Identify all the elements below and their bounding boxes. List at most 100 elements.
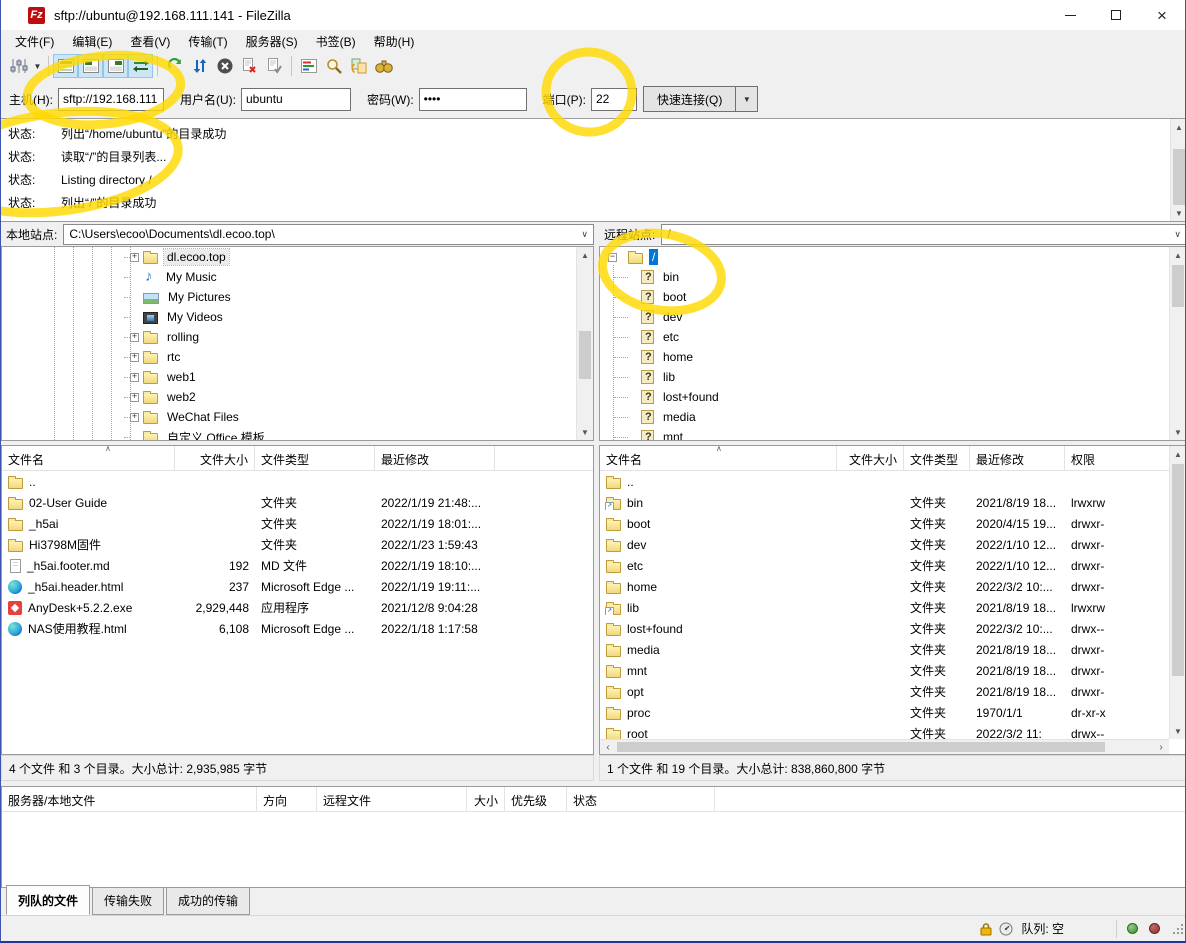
- queue-column-direction[interactable]: 方向: [257, 787, 317, 811]
- scroll-right-icon[interactable]: ›: [1153, 740, 1169, 754]
- tree-item[interactable]: dl.ecoo.top: [2, 247, 593, 267]
- tree-item[interactable]: web2: [2, 387, 593, 407]
- menu-item[interactable]: 传输(T): [179, 30, 236, 53]
- scroll-up-icon[interactable]: ▲: [1170, 247, 1186, 263]
- menu-item[interactable]: 查看(V): [121, 30, 179, 53]
- scroll-down-icon[interactable]: ▼: [1171, 205, 1186, 221]
- file-row[interactable]: dev 文件夹 2022/1/10 12... drwxr-: [600, 534, 1186, 555]
- speed-limits-icon[interactable]: [999, 922, 1013, 936]
- minimize-button[interactable]: [1047, 0, 1093, 30]
- tree-item[interactable]: mnt: [600, 427, 1186, 441]
- file-row[interactable]: mnt 文件夹 2021/8/19 18... drwxr-: [600, 660, 1186, 681]
- column-header-modified[interactable]: 最近修改: [970, 446, 1065, 470]
- local-tree-scrollbar[interactable]: ▲ ▼: [576, 247, 593, 440]
- file-row[interactable]: AnyDesk+5.2.2.exe 2,929,448 应用程序 2021/12…: [2, 597, 593, 618]
- file-row[interactable]: lib 文件夹 2021/8/19 18... lrwxrw: [600, 597, 1186, 618]
- toggle-message-log-button[interactable]: [53, 54, 78, 78]
- queue-column-status[interactable]: 状态: [567, 787, 715, 811]
- scrollbar-thumb[interactable]: [579, 331, 591, 379]
- file-row[interactable]: NAS使用教程.html 6,108 Microsoft Edge ... 20…: [2, 618, 593, 639]
- chevron-down-icon[interactable]: ∨: [575, 229, 588, 240]
- tree-item[interactable]: web1: [2, 367, 593, 387]
- file-row[interactable]: _h5ai.header.html 237 Microsoft Edge ...…: [2, 576, 593, 597]
- tree-item[interactable]: bin: [600, 267, 1186, 287]
- scroll-up-icon[interactable]: ▲: [1170, 446, 1186, 462]
- column-header-permissions[interactable]: 权限: [1065, 446, 1186, 470]
- scroll-up-icon[interactable]: ▲: [577, 247, 593, 263]
- tree-item[interactable]: rtc: [2, 347, 593, 367]
- close-button[interactable]: ×: [1139, 0, 1185, 30]
- maximize-button[interactable]: [1093, 0, 1139, 30]
- cancel-operation-button[interactable]: [212, 54, 237, 78]
- tree-expander-icon[interactable]: [130, 333, 139, 342]
- toggle-remote-tree-button[interactable]: [103, 54, 128, 78]
- column-header-filesize[interactable]: 文件大小: [837, 446, 904, 470]
- refresh-button[interactable]: [162, 54, 187, 78]
- scroll-down-icon[interactable]: ▼: [577, 424, 593, 440]
- site-manager-button[interactable]: [6, 54, 31, 78]
- remote-site-combobox[interactable]: / ∨: [661, 224, 1186, 245]
- file-row[interactable]: Hi3798M固件 文件夹 2022/1/23 1:59:43: [2, 534, 593, 555]
- tree-item[interactable]: /: [600, 247, 1186, 267]
- queue-column-server-local-file[interactable]: 服务器/本地文件: [2, 787, 257, 811]
- scrollbar-thumb[interactable]: [1172, 265, 1184, 307]
- scroll-up-icon[interactable]: ▲: [1171, 119, 1186, 135]
- menu-item[interactable]: 编辑(E): [63, 30, 121, 53]
- tree-item[interactable]: boot: [600, 287, 1186, 307]
- tree-item[interactable]: dev: [600, 307, 1186, 327]
- file-row[interactable]: etc 文件夹 2022/1/10 12... drwxr-: [600, 555, 1186, 576]
- scroll-down-icon[interactable]: ▼: [1170, 424, 1186, 440]
- file-row[interactable]: _h5ai 文件夹 2022/1/19 18:01:...: [2, 513, 593, 534]
- file-row[interactable]: proc 文件夹 1970/1/1 dr-xr-x: [600, 702, 1186, 723]
- file-row[interactable]: boot 文件夹 2020/4/15 19... drwxr-: [600, 513, 1186, 534]
- local-site-combobox[interactable]: C:\Users\ecoo\Documents\dl.ecoo.top\ ∨: [63, 224, 594, 245]
- menu-item[interactable]: 文件(F): [6, 30, 63, 53]
- password-input[interactable]: [419, 88, 527, 111]
- file-row[interactable]: opt 文件夹 2021/8/19 18... drwxr-: [600, 681, 1186, 702]
- scroll-left-icon[interactable]: ‹: [600, 740, 616, 754]
- scroll-down-icon[interactable]: ▼: [1170, 723, 1186, 739]
- tree-expander-icon[interactable]: [130, 253, 139, 262]
- secure-connection-lock-icon[interactable]: [979, 922, 993, 936]
- scrollbar-thumb[interactable]: [1172, 464, 1184, 676]
- column-header-filesize[interactable]: 文件大小: [175, 446, 255, 470]
- file-row[interactable]: media 文件夹 2021/8/19 18... drwxr-: [600, 639, 1186, 660]
- column-header-modified[interactable]: 最近修改: [375, 446, 495, 470]
- menu-item[interactable]: 帮助(H): [365, 30, 424, 53]
- scrollbar-thumb[interactable]: [617, 742, 1105, 752]
- process-queue-button[interactable]: [187, 54, 212, 78]
- reconnect-button[interactable]: [262, 54, 287, 78]
- tree-expander-icon[interactable]: [130, 393, 139, 402]
- scrollbar-thumb[interactable]: [1173, 149, 1185, 205]
- tree-item[interactable]: My Videos: [2, 307, 593, 327]
- file-row[interactable]: 02-User Guide 文件夹 2022/1/19 21:48:...: [2, 492, 593, 513]
- column-header-filetype[interactable]: 文件类型: [904, 446, 970, 470]
- quickconnect-dropdown[interactable]: ▼: [736, 86, 758, 112]
- file-row[interactable]: bin 文件夹 2021/8/19 18... lrwxrw: [600, 492, 1186, 513]
- username-input[interactable]: [241, 88, 351, 111]
- remote-list-hscrollbar[interactable]: ‹ ›: [600, 739, 1169, 754]
- toggle-local-tree-button[interactable]: [78, 54, 103, 78]
- site-manager-dropdown[interactable]: ▼: [31, 54, 44, 78]
- quickconnect-button[interactable]: 快速连接(Q): [643, 86, 736, 112]
- tree-item[interactable]: home: [600, 347, 1186, 367]
- tree-expander-icon[interactable]: [608, 253, 617, 262]
- directory-listing-filters-button[interactable]: [296, 54, 321, 78]
- queue-column-priority[interactable]: 优先级: [505, 787, 567, 811]
- queue-tab[interactable]: 列队的文件: [6, 885, 90, 915]
- log-scrollbar[interactable]: ▲ ▼: [1170, 119, 1186, 221]
- file-row[interactable]: lost+found 文件夹 2022/3/2 10:... drwx--: [600, 618, 1186, 639]
- tree-item[interactable]: rolling: [2, 327, 593, 347]
- tree-item[interactable]: etc: [600, 327, 1186, 347]
- file-row[interactable]: ..: [2, 471, 593, 492]
- toggle-transfer-queue-button[interactable]: [128, 54, 153, 78]
- host-input[interactable]: [58, 88, 164, 111]
- menu-item[interactable]: 服务器(S): [237, 30, 307, 53]
- file-row[interactable]: home 文件夹 2022/3/2 10:... drwxr-: [600, 576, 1186, 597]
- port-input[interactable]: [591, 88, 637, 111]
- disconnect-button[interactable]: [237, 54, 262, 78]
- tree-expander-icon[interactable]: [130, 373, 139, 382]
- remote-tree-scrollbar[interactable]: ▲ ▼: [1169, 247, 1186, 440]
- synchronized-browsing-button[interactable]: [346, 54, 371, 78]
- queue-column-size[interactable]: 大小: [467, 787, 505, 811]
